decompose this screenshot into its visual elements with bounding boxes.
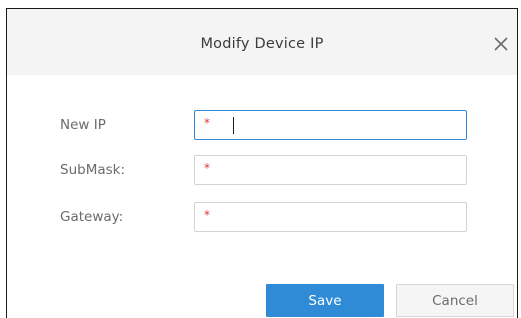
submask-input[interactable]: * xyxy=(194,155,467,185)
dialog-titlebar: Modify Device IP xyxy=(7,9,517,75)
cancel-button[interactable]: Cancel xyxy=(396,284,514,317)
modify-device-ip-dialog: Modify Device IP New IP * SubMask: * Gat… xyxy=(6,8,518,318)
new-ip-input[interactable]: * xyxy=(194,110,467,140)
new-ip-label: New IP xyxy=(60,117,106,133)
required-mark: * xyxy=(204,116,210,130)
required-mark: * xyxy=(204,208,210,222)
gateway-input[interactable]: * xyxy=(194,202,467,232)
submask-row: SubMask: * xyxy=(7,155,517,185)
required-mark: * xyxy=(204,161,210,175)
text-cursor xyxy=(233,117,234,134)
new-ip-row: New IP * xyxy=(7,110,517,140)
submask-label: SubMask: xyxy=(60,162,126,178)
dialog-title: Modify Device IP xyxy=(200,36,324,52)
save-button[interactable]: Save xyxy=(266,284,384,317)
gateway-label: Gateway: xyxy=(60,209,124,225)
gateway-row: Gateway: * xyxy=(7,202,517,232)
close-icon[interactable] xyxy=(491,34,511,54)
